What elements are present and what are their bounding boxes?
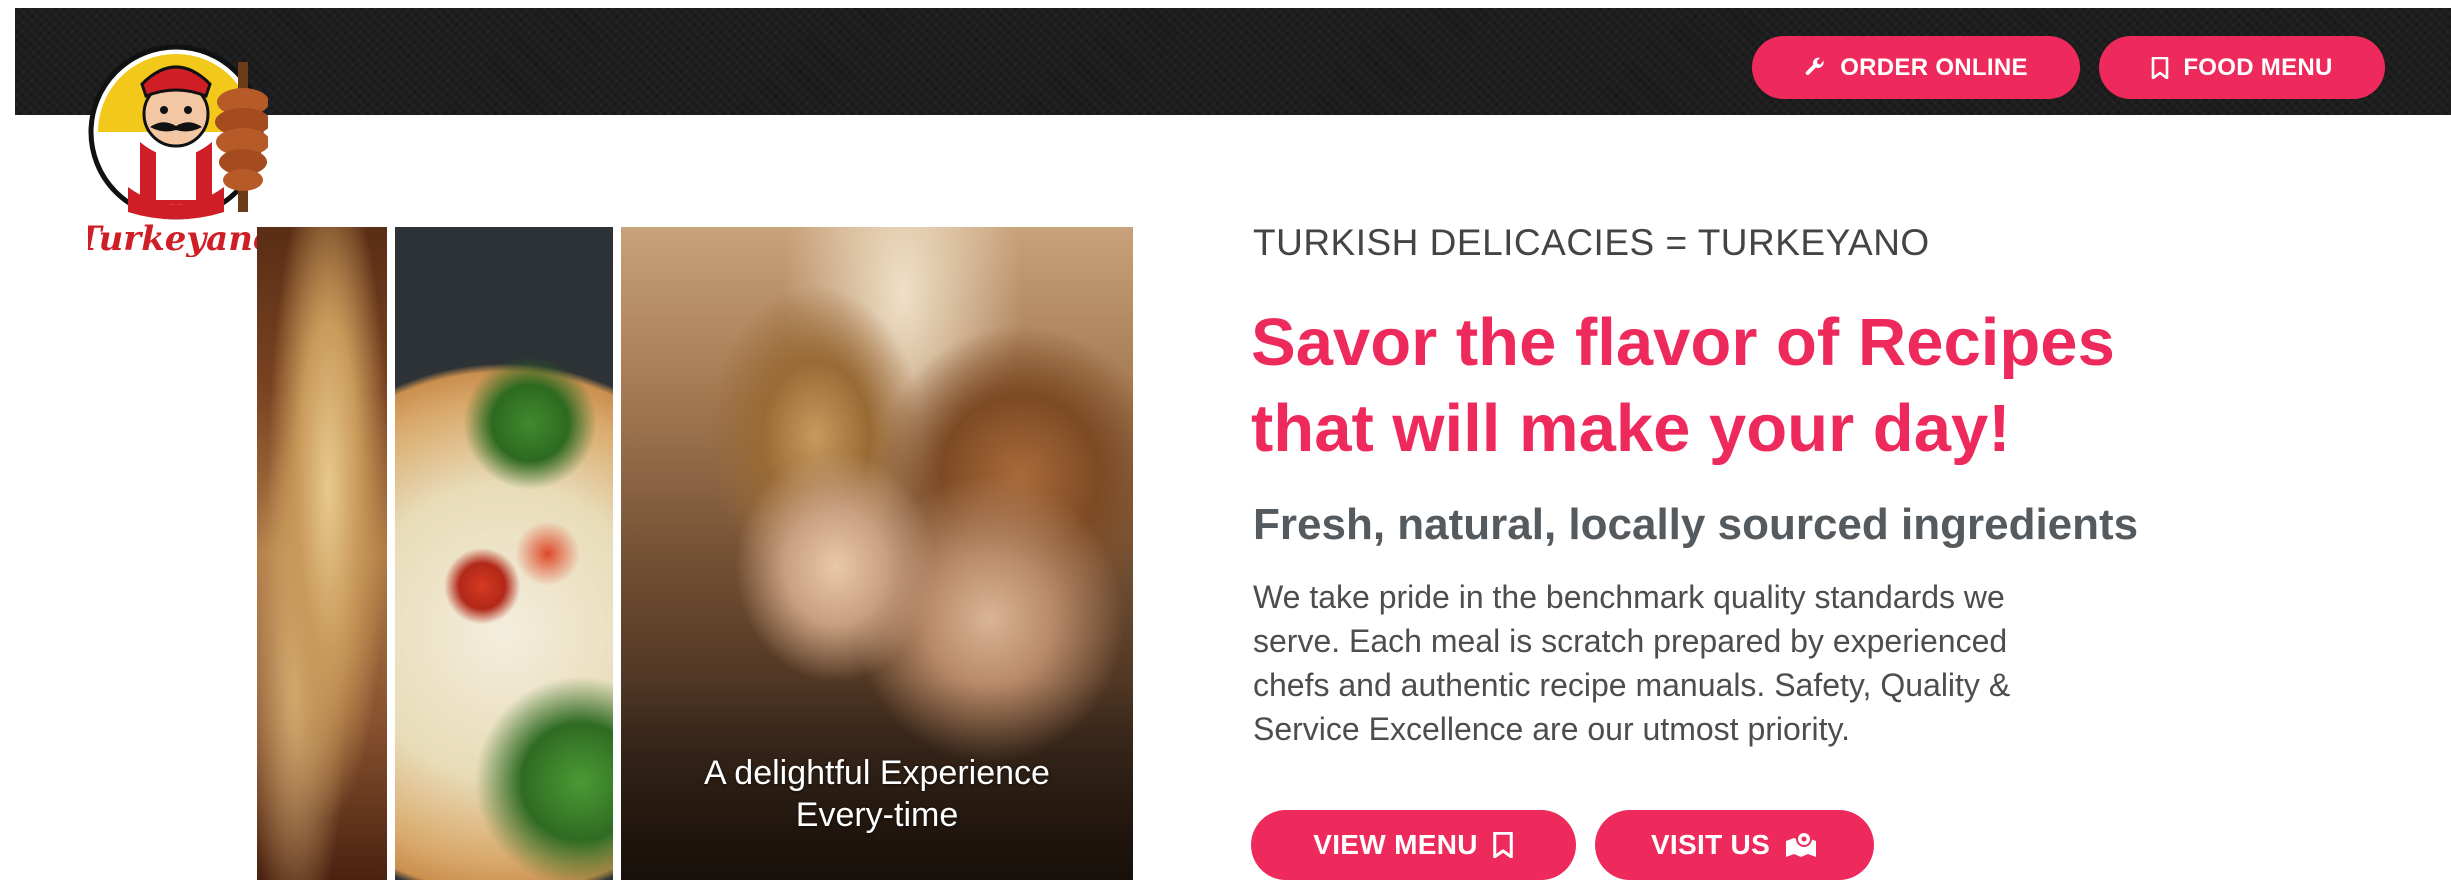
bookmark-icon [1492,832,1514,858]
caption-line-1: A delightful Experience [704,754,1050,792]
view-menu-label: VIEW MENU [1313,829,1478,860]
order-online-button[interactable]: ORDER ONLINE [1752,36,2080,99]
pasta-dish-image [257,227,387,880]
order-online-label: ORDER ONLINE [1840,53,2028,81]
wrench-icon [1804,57,1826,79]
description-line-3: chefs and authentic recipe manuals. Safe… [1253,667,2011,703]
diners-image: A delightful Experience Every-time [621,227,1133,880]
visit-us-button[interactable]: VISIT US [1595,810,1874,880]
description-line-4: Service Excellence are our utmost priori… [1253,711,1850,747]
headline-line-2: that will make your day! [1251,391,2011,466]
food-menu-label: FOOD MENU [2183,53,2333,81]
hero-subheadline: Fresh, natural, locally sourced ingredie… [1253,500,2139,549]
food-menu-button[interactable]: FOOD MENU [2099,36,2385,99]
hero-description: We take pride in the benchmark quality s… [1253,575,2153,751]
headline-line-1: Savor the flavor of Recipes [1251,305,2115,380]
hero-image-gallery: A delightful Experience Every-time [257,227,1133,880]
turkeyano-logo[interactable]: Turkeyano [76,22,276,259]
map-marker-icon [1784,831,1818,859]
image-caption: A delightful Experience Every-time [621,752,1133,836]
view-menu-button[interactable]: VIEW MENU [1251,810,1576,880]
visit-us-label: VISIT US [1650,829,1771,860]
hero-eyebrow: TURKISH DELICACIES = TURKEYANO [1253,222,1930,263]
bookmark-icon [2151,56,2169,79]
top-navigation-bar: ORDER ONLINE FOOD MENU [15,8,2451,115]
hero-headline: Savor the flavor of Recipes that will ma… [1251,300,2251,472]
description-line-1: We take pride in the benchmark quality s… [1253,579,2005,615]
caption-line-2: Every-time [795,796,959,834]
logo-wordmark: Turkeyano [88,219,268,257]
pizza-image [395,227,613,880]
description-line-2: serve. Each meal is scratch prepared by … [1253,623,2008,659]
